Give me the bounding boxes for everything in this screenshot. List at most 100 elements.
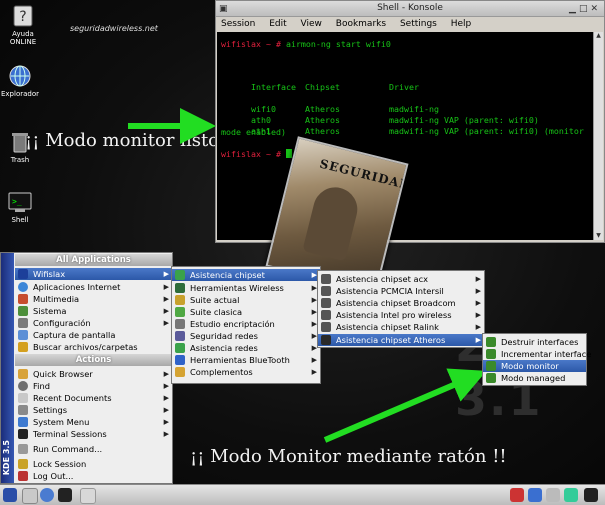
chevron-right-icon: ▶ [163, 283, 169, 291]
menu-item-quick-browser[interactable]: Quick Browser ▶ [15, 368, 172, 380]
menu-item-label: Destruir interfaces [501, 337, 579, 347]
menu-item-label: Asistencia chipset [190, 270, 265, 280]
submenu-item-chipset-atheros[interactable]: Asistencia chipset Atheros ▶ [318, 334, 484, 346]
submenu-item-seguridad-redes[interactable]: Seguridad redes ▶ [172, 330, 320, 342]
submenu-item-suite-actual[interactable]: Suite actual ▶ [172, 294, 320, 306]
shell-terminal-icon: >_ [8, 192, 32, 212]
terminal-icon [18, 429, 28, 439]
menu-item-find[interactable]: Find ▶ [15, 380, 172, 392]
menu-item-label: Asistencia chipset Ralink [336, 322, 439, 332]
menu-item-label: Quick Browser [33, 369, 93, 379]
kmenu-side-label: KDE 3.5 [2, 439, 11, 475]
menu-item-label: Complementos [190, 367, 253, 377]
desktop-icon-explorador[interactable]: Explorador [0, 64, 40, 98]
show-desktop-icon[interactable] [22, 488, 38, 504]
menu-item-label: Asistencia chipset acx [336, 274, 429, 284]
submenu-item-incrementar-interface[interactable]: Incrementar interface [483, 348, 591, 360]
submenu-item-suite-clasica[interactable]: Suite clasica ▶ [172, 306, 320, 318]
gear-icon [18, 405, 28, 415]
submenu-item-chipset-acx[interactable]: Asistencia chipset acx ▶ [318, 273, 484, 285]
menu-item-label: Seguridad redes [190, 331, 258, 341]
tray-flag-icon[interactable] [510, 488, 524, 502]
submenu-item-pcmcia-intersil[interactable]: Asistencia PCMCIA Intersil ▶ [318, 285, 484, 297]
taskbar-item[interactable] [80, 488, 96, 504]
menu-item-log-out[interactable]: Log Out... [15, 470, 172, 482]
menu-item-buscar[interactable]: Buscar archivos/carpetas [15, 341, 172, 353]
submenu-item-intel-pro[interactable]: Asistencia Intel pro wireless ▶ [318, 309, 484, 321]
konsole-titlebar[interactable]: ▣ Shell - Konsole ▁□✕ [216, 1, 604, 17]
header-interface: Interface [250, 82, 296, 92]
konsole-launcher-icon[interactable] [58, 488, 72, 502]
menu-item-internet[interactable]: Aplicaciones Internet ▶ [15, 281, 172, 293]
help-book-icon: ? [13, 5, 33, 27]
menu-item-terminal-sessions[interactable]: Terminal Sessions ▶ [15, 428, 172, 440]
window-title: Shell - Konsole [377, 3, 443, 13]
submenu-item-chipset-broadcom[interactable]: Asistencia chipset Broadcom ▶ [318, 297, 484, 309]
menu-item-label: Suite actual [190, 295, 240, 305]
encryption-icon [175, 319, 185, 329]
submenu-item-estudio-encriptacion[interactable]: Estudio encriptación ▶ [172, 318, 320, 330]
submenu-item-destruir-interfaces[interactable]: Destruir interfaces [483, 336, 586, 348]
menu-edit[interactable]: Edit [269, 19, 286, 29]
submenu-item-complementos[interactable]: Complementos ▶ [172, 366, 320, 378]
row-chipset: Atheros [305, 126, 340, 136]
menu-item-wifislax[interactable]: Wifislax ▶ [15, 268, 172, 280]
submenu-item-bluetooth[interactable]: Herramientas BlueTooth ▶ [172, 354, 320, 366]
menu-item-label: Configuración [33, 318, 91, 328]
menu-view[interactable]: View [301, 19, 322, 29]
minimize-icon[interactable]: ▁ [569, 4, 579, 14]
menu-session[interactable]: Session [221, 19, 255, 29]
tray-clock-icon[interactable] [584, 488, 598, 502]
desktop-icon-ayuda[interactable]: ? Ayuda ONLINE [3, 4, 43, 46]
menu-item-system-menu[interactable]: System Menu ▶ [15, 416, 172, 428]
header-chipset: Chipset [305, 82, 340, 92]
tray-network-icon[interactable] [528, 488, 542, 502]
submenu-item-modo-monitor[interactable]: Modo monitor [483, 360, 586, 372]
menu-item-label: Terminal Sessions [33, 429, 107, 439]
scroll-down-icon[interactable]: ▼ [594, 232, 603, 240]
section-all-applications: All Applications [15, 254, 172, 266]
tray-update-icon[interactable] [564, 488, 578, 502]
multimedia-icon [18, 294, 28, 304]
menu-help[interactable]: Help [451, 19, 472, 29]
menu-item-sistema[interactable]: Sistema ▶ [15, 305, 172, 317]
menu-item-label: Asistencia Intel pro wireless [336, 310, 452, 320]
menu-item-settings[interactable]: Settings ▶ [15, 404, 172, 416]
tray-volume-icon[interactable] [546, 488, 560, 502]
window-controls[interactable]: ▁□✕ [569, 2, 601, 17]
terminal-scrollbar[interactable]: ▲ ▼ [593, 32, 603, 240]
menu-item-lock-session[interactable]: Lock Session [15, 458, 172, 470]
submenu-item-modo-managed[interactable]: Modo managed [483, 372, 586, 384]
kmenu-button-icon[interactable] [3, 488, 17, 502]
submenu-item-herramientas-wireless[interactable]: Herramientas Wireless ▶ [172, 282, 320, 294]
desktop-icon-shell[interactable]: >_ Shell [0, 190, 40, 224]
menu-item-recent-docs[interactable]: Recent Documents ▶ [15, 392, 172, 404]
submenu-item-asistencia-chipset[interactable]: Asistencia chipset ▶ [172, 269, 320, 281]
menu-item-run-command[interactable]: Run Command... [15, 443, 172, 455]
network-security-icon [175, 331, 185, 341]
window-menu-icon[interactable]: ▣ [219, 2, 228, 17]
menu-item-label: System Menu [33, 417, 90, 427]
menu-bookmarks[interactable]: Bookmarks [336, 19, 386, 29]
chipset-icon [175, 270, 185, 280]
chevron-right-icon: ▶ [475, 287, 481, 295]
terminal-area[interactable]: wifislax ~ # airmon-ng start wifi0 Inter… [217, 32, 594, 240]
menu-item-label: Asistencia chipset Broadcom [336, 298, 456, 308]
search-folder-icon [18, 342, 28, 352]
maximize-icon[interactable]: □ [579, 4, 591, 14]
scroll-up-icon[interactable]: ▲ [594, 32, 603, 40]
chevron-right-icon: ▶ [163, 307, 169, 315]
document-icon [18, 393, 28, 403]
menu-item-label: Captura de pantalla [33, 330, 116, 340]
menu-settings[interactable]: Settings [400, 19, 437, 29]
menu-item-captura[interactable]: Captura de pantalla [15, 329, 172, 341]
close-icon[interactable]: ✕ [590, 4, 601, 14]
terminal-prompt: wifislax ~ # [221, 39, 281, 49]
submenu-item-chipset-ralink[interactable]: Asistencia chipset Ralink ▶ [318, 321, 484, 333]
browser-icon[interactable] [40, 488, 54, 502]
submenu-item-asistencia-redes[interactable]: Asistencia redes ▶ [172, 342, 320, 354]
menu-item-configuracion[interactable]: Configuración ▶ [15, 317, 172, 329]
menu-item-multimedia[interactable]: Multimedia ▶ [15, 293, 172, 305]
chevron-right-icon: ▶ [163, 270, 169, 278]
globe-icon [18, 282, 28, 292]
